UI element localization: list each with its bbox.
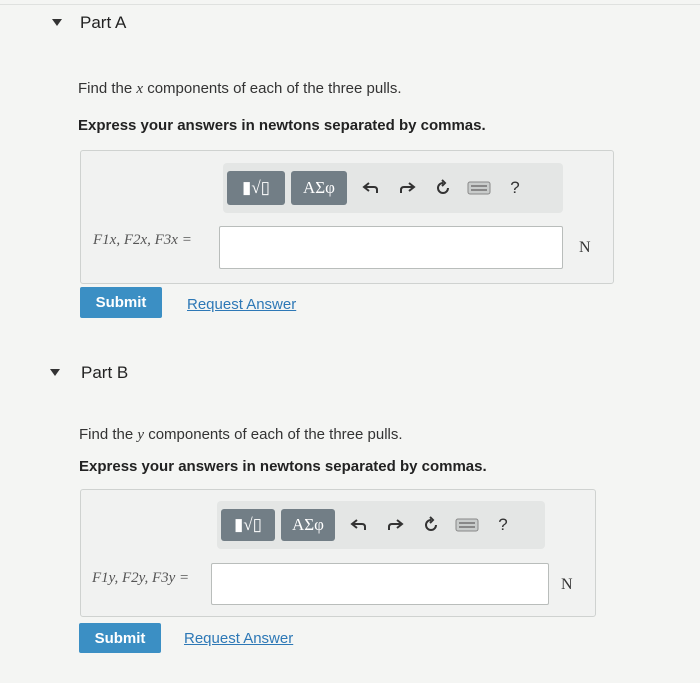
part-b-submit-button[interactable]: Submit <box>79 623 161 653</box>
greek-symbols-button[interactable]: ΑΣφ <box>281 509 335 541</box>
help-label: ? <box>510 178 520 197</box>
math-toolbar: ▮√▯ ΑΣφ ? <box>217 501 545 549</box>
math-toolbar: ▮√▯ ΑΣφ ? <box>223 163 563 213</box>
greek-symbols-button[interactable]: ΑΣφ <box>291 171 347 205</box>
top-divider <box>0 4 700 5</box>
part-b-instruction: Find the y components of each of the thr… <box>79 426 403 444</box>
collapse-caret-icon[interactable] <box>50 369 60 376</box>
part-a-submit-button[interactable]: Submit <box>80 287 162 318</box>
greek-symbols-label: ΑΣφ <box>303 178 335 197</box>
help-icon[interactable]: ? <box>485 508 521 542</box>
part-b-request-answer-link[interactable]: Request Answer <box>184 630 293 647</box>
part-a-express-note: Express your answers in newtons separate… <box>78 117 486 134</box>
collapse-caret-icon[interactable] <box>52 19 62 26</box>
redo-icon[interactable] <box>377 508 413 542</box>
help-icon[interactable]: ? <box>497 171 533 205</box>
instruction-text-post: components of each of the three pulls. <box>144 426 403 443</box>
reset-icon[interactable] <box>425 171 461 205</box>
part-b-answer-input[interactable] <box>211 563 549 605</box>
templates-button[interactable]: ▮√▯ <box>221 509 275 541</box>
undo-icon[interactable] <box>353 171 389 205</box>
part-a-answer-input[interactable] <box>219 226 563 269</box>
part-a-input-label: F1x, F2x, F3x = <box>93 232 192 248</box>
redo-icon[interactable] <box>389 171 425 205</box>
part-b-express-note: Express your answers in newtons separate… <box>79 458 487 475</box>
part-a-title[interactable]: Part A <box>80 13 126 33</box>
part-a-request-answer-link[interactable]: Request Answer <box>187 296 296 313</box>
instruction-text-pre: Find the <box>79 426 138 443</box>
part-b-answer-box: ▮√▯ ΑΣφ ? F1y, F2y, F3y = N <box>80 489 596 617</box>
instruction-text-pre: Find the <box>78 80 137 97</box>
sqrt-template-icon: ▮√▯ <box>233 515 263 534</box>
part-a-instruction: Find the x components of each of the thr… <box>78 80 402 98</box>
part-a-answer-box: ▮√▯ ΑΣφ ? F1x, F2x, F3x = N <box>80 150 614 284</box>
keyboard-icon[interactable] <box>449 508 485 542</box>
instruction-text-post: components of each of the three pulls. <box>143 80 402 97</box>
part-b-unit: N <box>561 576 573 593</box>
help-label: ? <box>498 515 508 534</box>
templates-button[interactable]: ▮√▯ <box>227 171 285 205</box>
part-a-unit: N <box>579 239 591 256</box>
part-b-input-label: F1y, F2y, F3y = <box>92 570 190 586</box>
keyboard-icon[interactable] <box>461 171 497 205</box>
part-b-title[interactable]: Part B <box>81 363 128 383</box>
undo-icon[interactable] <box>341 508 377 542</box>
sqrt-template-icon: ▮√▯ <box>241 178 271 197</box>
reset-icon[interactable] <box>413 508 449 542</box>
greek-symbols-label: ΑΣφ <box>292 515 324 534</box>
